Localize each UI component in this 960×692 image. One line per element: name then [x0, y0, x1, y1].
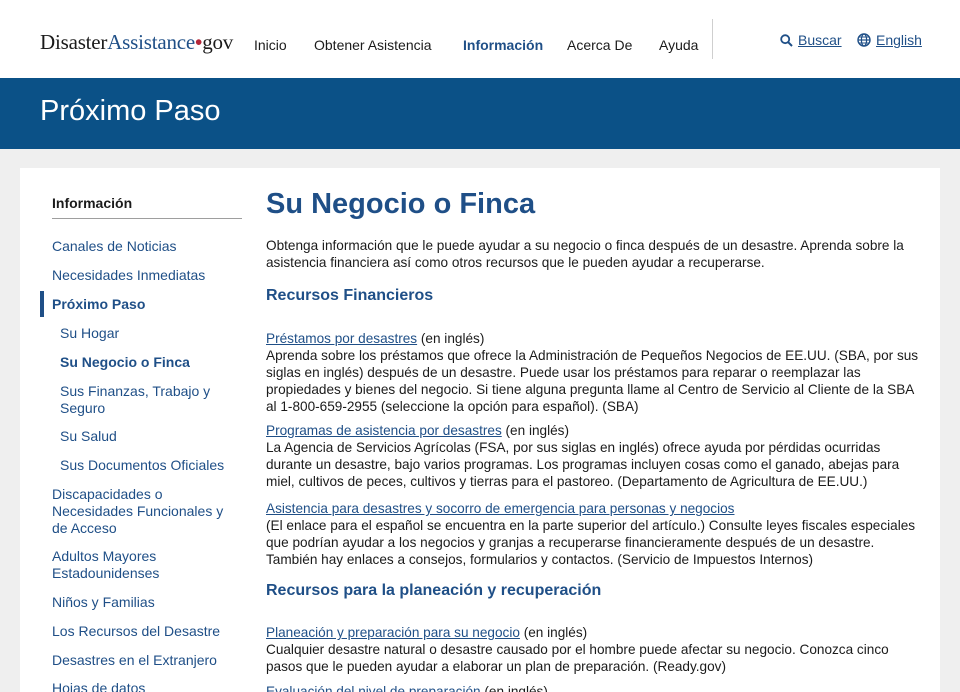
globe-icon: [857, 33, 871, 47]
sidebar-item-sus-finanzas[interactable]: Sus Finanzas, Trabajo y Seguro: [60, 383, 220, 417]
link-planeacion-preparacion[interactable]: Planeación y preparación para su negocio: [266, 625, 520, 640]
nav-informacion[interactable]: Información: [463, 37, 543, 53]
sidebar-item-proximo-paso[interactable]: Próximo Paso: [52, 296, 242, 313]
entry-language-note: (en inglés): [417, 331, 485, 346]
sidebar-item-recursos-del-desastre[interactable]: Los Recursos del Desastre: [52, 623, 242, 640]
page-banner: Próximo Paso: [0, 78, 960, 149]
language-label: English: [876, 32, 922, 48]
link-evaluacion-nivel-preparacion[interactable]: Evaluación del nivel de preparación: [266, 684, 481, 692]
nav-divider: [712, 19, 713, 59]
link-asistencia-socorro-emergencia[interactable]: Asistencia para desastres y socorro de e…: [266, 501, 734, 516]
link-programas-de-asistencia[interactable]: Programas de asistencia por desastres: [266, 423, 502, 438]
site-logo[interactable]: DisasterAssistance•gov: [40, 30, 233, 55]
entry-language-note: (en inglés): [519, 625, 588, 640]
entry-language-note: (en inglés): [480, 684, 548, 692]
link-prestamos-por-desastres[interactable]: Préstamos por desastres: [266, 331, 417, 346]
sidebar-item-su-negocio-o-finca[interactable]: Su Negocio o Finca: [60, 354, 240, 371]
sidebar-item-su-hogar[interactable]: Su Hogar: [60, 325, 240, 342]
content-panel: Información Canales de Noticias Necesida…: [20, 168, 940, 692]
nav-ayuda[interactable]: Ayuda: [659, 37, 698, 53]
sidebar-item-discapacidades[interactable]: Discapacidades o Necesidades Funcionales…: [52, 486, 227, 537]
logo-text-gov: gov: [202, 30, 234, 54]
heading-recursos-financieros: Recursos Financieros: [266, 287, 434, 304]
language-toggle[interactable]: English: [857, 32, 922, 48]
resource-entry-prestamos: Préstamos por desastres (en inglés) Apre…: [266, 330, 926, 415]
search-button[interactable]: Buscar: [780, 32, 842, 48]
sidebar-divider: [52, 218, 242, 219]
resource-entry-programas-asistencia: Programas de asistencia por desastres (e…: [266, 422, 926, 490]
entry-description: Cualquier desastre natural o desastre ca…: [266, 642, 889, 674]
entry-description: Aprenda sobre los préstamos que ofrece l…: [266, 348, 919, 414]
entry-language-note: (en inglés): [501, 423, 569, 438]
nav-inicio[interactable]: Inicio: [254, 37, 287, 53]
resource-entry-evaluacion-preparacion: Evaluación del nivel de preparación (en …: [266, 683, 926, 692]
search-icon: [780, 33, 793, 47]
heading-recursos-planeacion: Recursos para la planeación y recuperaci…: [266, 582, 602, 599]
site-header: DisasterAssistance•gov Inicio Obtener As…: [0, 0, 960, 78]
resource-entry-asistencia-impuestos: Asistencia para desastres y socorro de e…: [266, 500, 926, 568]
sidebar-item-sus-documentos-oficiales[interactable]: Sus Documentos Oficiales: [60, 457, 240, 474]
sidebar-item-ninos-y-familias[interactable]: Niños y Familias: [52, 594, 242, 611]
search-label: Buscar: [798, 32, 842, 48]
nav-obtener-asistencia[interactable]: Obtener Asistencia: [314, 37, 432, 53]
sidebar-active-marker: [40, 291, 44, 317]
resource-entry-planeacion-negocio: Planeación y preparación para su negocio…: [266, 624, 926, 675]
sidebar-item-desastres-extranjero[interactable]: Desastres en el Extranjero: [52, 652, 242, 669]
logo-text-disaster: Disaster: [40, 30, 108, 54]
nav-acerca-de[interactable]: Acerca De: [567, 37, 632, 53]
logo-text-assistance: Assistance: [107, 30, 196, 54]
entry-description: La Agencia de Servicios Agrícolas (FSA, …: [266, 440, 900, 489]
sidebar-item-adultos-mayores[interactable]: Adultos Mayores Estadounidenses: [52, 548, 192, 582]
sidebar-item-canales-de-noticias[interactable]: Canales de Noticias: [52, 238, 242, 255]
sidebar-title: Información: [52, 195, 133, 211]
entry-description: (El enlace para el español se encuentra …: [266, 518, 916, 567]
sidebar-item-su-salud[interactable]: Su Salud: [60, 428, 240, 445]
page-title: Próximo Paso: [40, 95, 221, 127]
sidebar-item-hojas-de-datos[interactable]: Hojas de datos: [52, 680, 242, 692]
intro-paragraph: Obtenga información que le puede ayudar …: [266, 238, 904, 270]
section-title: Su Negocio o Finca: [266, 188, 536, 220]
sidebar-item-necesidades-inmediatas[interactable]: Necesidades Inmediatas: [52, 267, 242, 284]
